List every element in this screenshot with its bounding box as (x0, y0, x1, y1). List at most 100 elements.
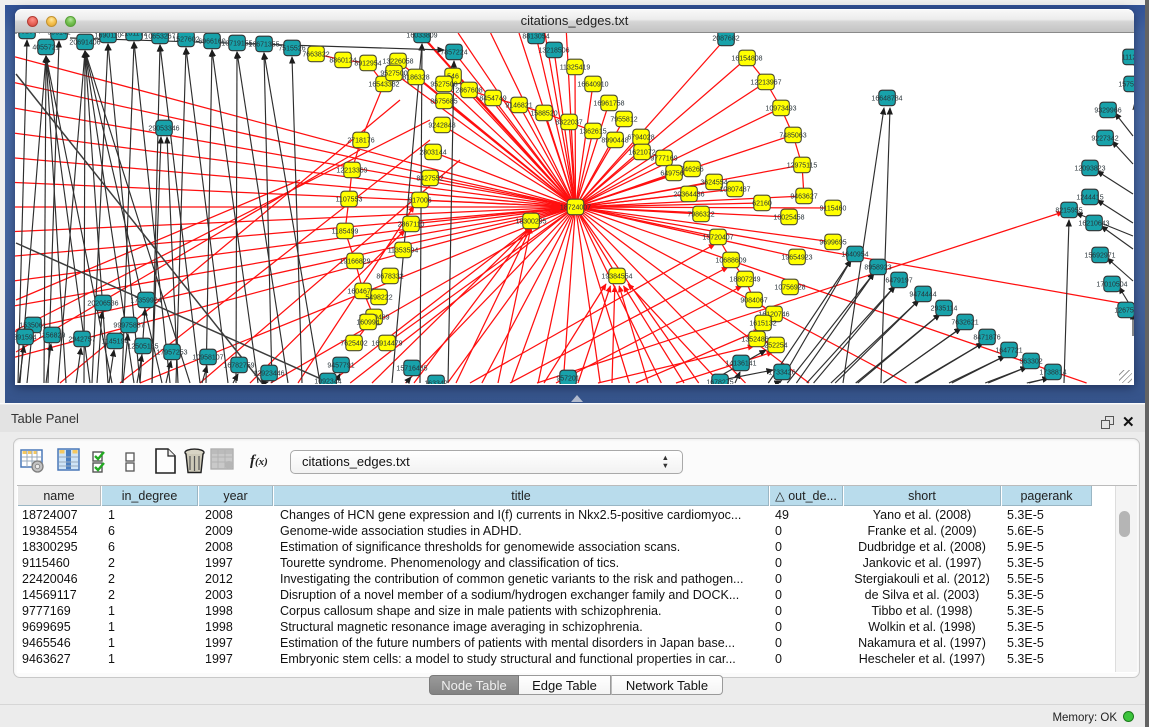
svg-text:4055721: 4055721 (32, 44, 59, 51)
svg-text:17359924: 17359924 (130, 297, 161, 304)
svg-text:11120: 11120 (1122, 54, 1134, 61)
svg-text:1647721: 1647721 (995, 347, 1022, 354)
svg-text:10958107: 10958107 (192, 354, 223, 361)
svg-text:3624554: 3624554 (700, 179, 727, 186)
svg-text:1185499: 1185499 (332, 228, 359, 235)
svg-text:19166829: 19166829 (339, 258, 370, 265)
svg-text:1690110: 1690110 (95, 33, 122, 39)
svg-text:963302: 963302 (1019, 358, 1042, 365)
svg-text:12093823: 12093823 (1074, 165, 1105, 172)
svg-text:9463627: 9463627 (790, 193, 817, 200)
svg-text:917006: 917006 (408, 197, 431, 204)
svg-text:10653267: 10653267 (144, 33, 175, 40)
svg-text:9084067: 9084067 (740, 297, 767, 304)
svg-text:1575074: 1575074 (1118, 81, 1134, 88)
svg-text:5498222: 5498222 (365, 294, 392, 301)
svg-text:7986322: 7986322 (687, 211, 714, 218)
svg-text:163342: 163342 (424, 380, 447, 384)
svg-text:8215955: 8215955 (1055, 207, 1082, 214)
svg-text:1640954: 1640954 (841, 251, 868, 258)
svg-text:19654923: 19654923 (781, 254, 812, 261)
svg-text:1678275: 1678275 (706, 379, 733, 384)
svg-text:6479197: 6479197 (885, 277, 912, 284)
svg-text:2942757: 2942757 (68, 336, 95, 343)
svg-text:16640910: 16640910 (577, 81, 608, 88)
svg-text:17957253: 17957253 (156, 349, 187, 356)
svg-text:11353594: 11353594 (388, 247, 419, 254)
svg-text:1145194: 1145194 (102, 338, 129, 345)
svg-text:9146821: 9146821 (505, 102, 532, 109)
svg-text:8813054: 8813054 (522, 33, 549, 40)
svg-text:10025458: 10025458 (773, 214, 804, 221)
svg-text:252254: 252254 (764, 342, 787, 349)
svg-text:1588520: 1588520 (530, 110, 557, 117)
svg-text:18300295: 18300295 (515, 218, 546, 225)
svg-text:20364436: 20364436 (673, 191, 704, 198)
svg-text:12213967: 12213967 (750, 79, 781, 86)
svg-text:1738814: 1738814 (1039, 369, 1066, 376)
svg-text:2718176: 2718176 (347, 137, 374, 144)
svg-text:15716485: 15716485 (396, 365, 427, 372)
svg-text:8860124: 8860124 (329, 57, 356, 64)
svg-text:20691406: 20691406 (69, 39, 100, 46)
svg-text:16671355: 16671355 (248, 41, 279, 48)
svg-text:126753: 126753 (1114, 307, 1134, 314)
svg-text:16154808: 16154808 (731, 55, 762, 62)
svg-text:7663822: 7663822 (302, 51, 329, 58)
svg-text:391594: 391594 (15, 334, 37, 341)
svg-text:10973493: 10973493 (765, 105, 796, 112)
svg-text:8990448: 8990448 (601, 137, 628, 144)
svg-text:1881074: 1881074 (15, 33, 41, 35)
svg-text:1092344: 1092344 (314, 378, 341, 384)
svg-text:16033809: 16033809 (406, 33, 437, 39)
svg-text:10807487: 10807487 (719, 186, 750, 193)
svg-text:1527602: 1527602 (172, 36, 199, 43)
svg-text:9474444: 9474444 (909, 291, 936, 298)
svg-text:16648784: 16648784 (871, 95, 902, 102)
svg-text:7857224: 7857224 (440, 49, 467, 56)
svg-text:12213369: 12213369 (336, 167, 367, 174)
svg-text:2087682: 2087682 (712, 35, 739, 42)
svg-text:62160: 62160 (752, 200, 772, 207)
svg-text:13218506: 13218506 (538, 47, 569, 54)
svg-text:20206536: 20206536 (87, 300, 118, 307)
svg-text:2803144: 2803144 (419, 149, 446, 156)
svg-text:8427552: 8427552 (416, 175, 443, 182)
svg-text:8471876: 8471876 (973, 334, 1000, 341)
svg-text:9457791: 9457791 (327, 362, 354, 369)
svg-text:160994: 160994 (356, 319, 379, 326)
svg-text:957201: 957201 (556, 375, 579, 382)
svg-text:8322037: 8322037 (555, 119, 582, 126)
svg-text:17010504: 17010504 (1096, 281, 1127, 288)
svg-text:2867110: 2867110 (398, 221, 425, 228)
svg-text:10688609: 10688609 (715, 257, 746, 264)
svg-text:8675685: 8675685 (430, 98, 457, 105)
svg-text:14136141: 14136141 (725, 360, 756, 367)
svg-text:8678332: 8678332 (376, 273, 403, 280)
svg-text:2867608: 2867608 (455, 87, 482, 94)
svg-text:8454749: 8454749 (479, 95, 506, 102)
svg-text:16210643: 16210643 (1078, 220, 1109, 227)
svg-text:8912954: 8912954 (354, 60, 381, 67)
svg-text:8958923: 8958923 (864, 264, 891, 271)
svg-text:18807249: 18807249 (729, 276, 760, 283)
svg-text:996141: 996141 (47, 33, 70, 36)
svg-text:1107553: 1107553 (336, 196, 363, 203)
svg-text:9115460: 9115460 (820, 205, 847, 212)
svg-text:1615132: 1615132 (749, 320, 776, 327)
svg-text:29053346: 29053346 (148, 125, 179, 132)
svg-text:16782759: 16782759 (223, 362, 254, 369)
svg-text:15720407: 15720407 (702, 234, 733, 241)
svg-text:9227342: 9227342 (1091, 135, 1118, 142)
svg-text:9242848: 9242848 (428, 122, 455, 129)
svg-text:9699695: 9699695 (819, 239, 846, 246)
svg-text:7955812: 7955812 (610, 116, 637, 123)
svg-text:7625402: 7625402 (340, 340, 367, 347)
svg-text:1156829: 1156829 (39, 332, 66, 339)
svg-text:99975887: 99975887 (113, 322, 144, 329)
svg-text:7632621: 7632621 (951, 319, 978, 326)
svg-text:1362615: 1362615 (579, 128, 606, 135)
svg-text:12923446: 12923446 (253, 370, 284, 377)
svg-text:19384554: 19384554 (601, 273, 632, 280)
svg-text:10756928: 10756928 (774, 284, 805, 291)
